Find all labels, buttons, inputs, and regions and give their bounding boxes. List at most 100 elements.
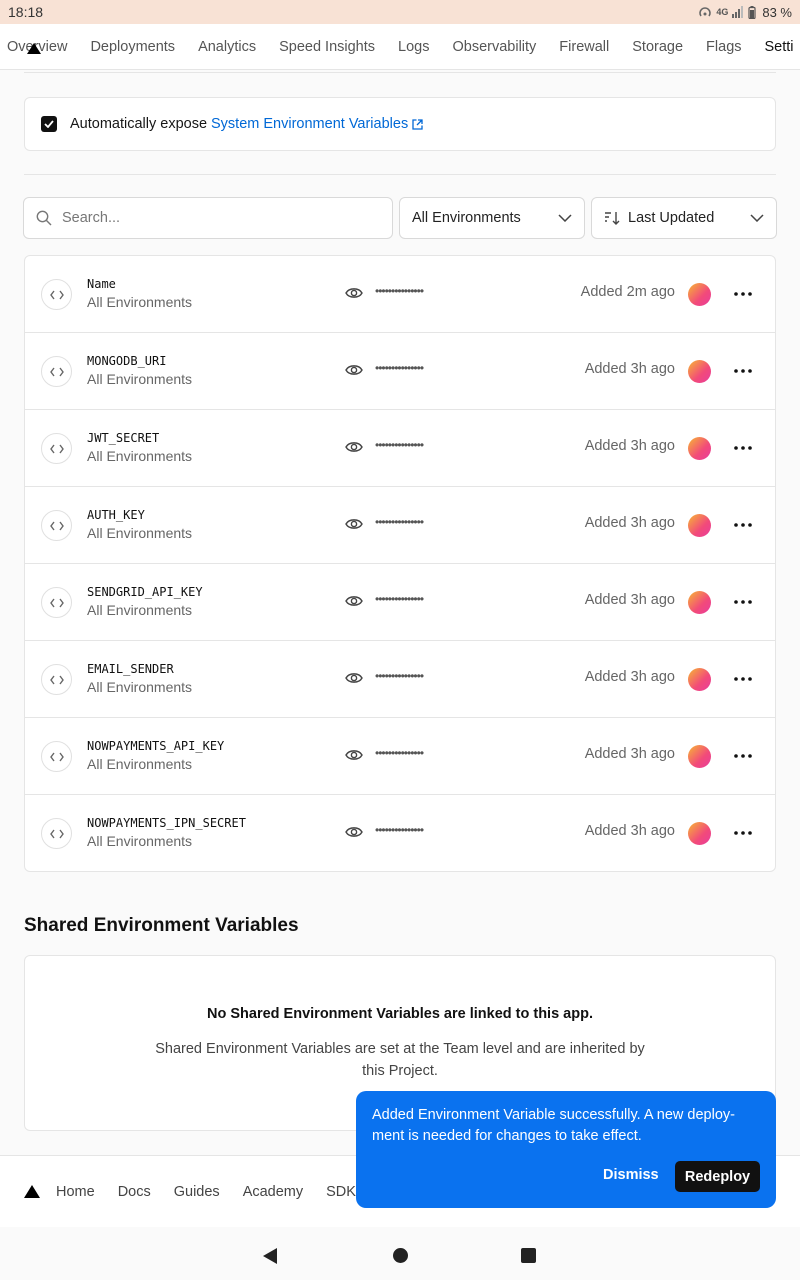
more-options-icon[interactable] [731, 821, 755, 845]
env-var-row[interactable]: SENDGRID_API_KEY All Environments ••••••… [25, 564, 775, 641]
avatar[interactable] [688, 591, 711, 614]
code-icon [41, 279, 72, 310]
env-var-list: Name All Environments ••••••••••••••• Ad… [24, 255, 776, 872]
vercel-logo-icon[interactable] [24, 1185, 40, 1198]
env-var-row[interactable]: NOWPAYMENTS_IPN_SECRET All Environments … [25, 795, 775, 871]
dismiss-button[interactable]: Dismiss [603, 1167, 659, 1183]
env-var-added-time: Added 3h ago [584, 438, 675, 454]
expose-system-vars-card: Automatically expose System Environment … [24, 97, 776, 151]
footer-link-home[interactable]: Home [56, 1184, 95, 1200]
env-var-added-time: Added 3h ago [584, 515, 675, 531]
more-options-icon[interactable] [731, 513, 755, 537]
env-var-row[interactable]: JWT_SECRET All Environments ••••••••••••… [25, 410, 775, 487]
search-box [23, 197, 393, 239]
env-var-name: NOWPAYMENTS_IPN_SECRET [87, 816, 246, 830]
env-var-row[interactable]: Name All Environments ••••••••••••••• Ad… [25, 256, 775, 333]
env-var-scope: All Environments [87, 602, 193, 618]
more-options-icon[interactable] [731, 436, 755, 460]
system-env-vars-link[interactable]: System Environment Variables [211, 116, 423, 132]
env-var-scope: All Environments [87, 371, 193, 387]
environment-select-value: All Environments [412, 210, 521, 226]
avatar[interactable] [688, 360, 711, 383]
divider [24, 174, 776, 175]
sort-select-content: Last Updated [604, 210, 714, 226]
env-var-scope: All Environments [87, 679, 193, 695]
env-var-masked-value: ••••••••••••••• [375, 515, 424, 529]
more-options-icon[interactable] [731, 282, 755, 306]
sort-icon [605, 212, 620, 225]
tab-speed-insights[interactable]: Speed Insights [279, 24, 375, 69]
env-var-row[interactable]: NOWPAYMENTS_API_KEY All Environments •••… [25, 718, 775, 795]
footer-link-docs[interactable]: Docs [118, 1184, 151, 1200]
eye-icon[interactable] [345, 748, 363, 767]
battery-level: 83 % [762, 4, 792, 20]
footer-link-guides[interactable]: Guides [174, 1184, 220, 1200]
status-icons: 4G [698, 5, 756, 19]
code-icon [41, 587, 72, 618]
avatar[interactable] [688, 668, 711, 691]
eye-icon[interactable] [345, 286, 363, 305]
tab-settings[interactable]: Setti [752, 24, 800, 69]
shared-empty-heading: No Shared Environment Variables are link… [207, 1006, 593, 1022]
tab-firewall[interactable]: Firewall [559, 24, 609, 69]
avatar[interactable] [688, 283, 711, 306]
env-var-scope: All Environments [87, 525, 193, 541]
more-options-icon[interactable] [731, 590, 755, 614]
tab-observability[interactable]: Observability [452, 24, 536, 69]
avatar[interactable] [688, 822, 711, 845]
eye-icon[interactable] [345, 671, 363, 690]
expose-checkbox[interactable] [41, 116, 57, 132]
env-var-masked-value: ••••••••••••••• [375, 746, 424, 760]
avatar[interactable] [688, 437, 711, 460]
home-icon[interactable] [393, 1248, 408, 1263]
checkmark-icon [44, 120, 54, 128]
tab-logs[interactable]: Logs [398, 24, 429, 69]
env-var-masked-value: ••••••••••••••• [375, 592, 424, 606]
tab-analytics[interactable]: Analytics [198, 24, 256, 69]
shared-env-vars-title: Shared Environment Variables [24, 915, 299, 936]
external-link-icon [412, 118, 423, 130]
env-var-scope: All Environments [87, 448, 193, 464]
env-var-name: Name [87, 277, 116, 291]
env-var-masked-value: ••••••••••••••• [375, 823, 424, 837]
tab-storage[interactable]: Storage [632, 24, 683, 69]
env-var-row[interactable]: AUTH_KEY All Environments ••••••••••••••… [25, 487, 775, 564]
env-var-name: SENDGRID_API_KEY [87, 585, 203, 599]
eye-icon[interactable] [345, 517, 363, 536]
chevron-down-icon [558, 214, 572, 222]
more-options-icon[interactable] [731, 359, 755, 383]
avatar[interactable] [688, 745, 711, 768]
vercel-logo-icon[interactable] [27, 43, 41, 54]
env-var-scope: All Environments [87, 833, 193, 849]
env-var-name: NOWPAYMENTS_API_KEY [87, 739, 225, 753]
eye-icon[interactable] [345, 363, 363, 382]
eye-icon[interactable] [345, 594, 363, 613]
toast-message: Added Environment Variable successfully.… [372, 1107, 735, 1144]
env-var-added-time: Added 3h ago [584, 361, 675, 377]
back-icon[interactable] [263, 1248, 277, 1264]
env-var-scope: All Environments [87, 294, 193, 310]
hotspot-icon [699, 7, 712, 17]
env-var-added-time: Added 3h ago [584, 823, 675, 839]
more-options-icon[interactable] [731, 667, 755, 691]
tab-deployments[interactable]: Deployments [90, 24, 175, 69]
redeploy-button[interactable]: Redeploy [675, 1161, 760, 1192]
more-options-icon[interactable] [731, 744, 755, 768]
env-var-masked-value: ••••••••••••••• [375, 438, 424, 452]
env-var-row[interactable]: EMAIL_SENDER All Environments ••••••••••… [25, 641, 775, 718]
signal-icon [732, 6, 744, 18]
avatar[interactable] [688, 514, 711, 537]
env-var-added-time: Added 3h ago [584, 669, 675, 685]
eye-icon[interactable] [345, 440, 363, 459]
code-icon [41, 818, 72, 849]
footer-link-academy[interactable]: Academy [243, 1184, 303, 1200]
environment-select[interactable]: All Environments [399, 197, 585, 239]
sort-select[interactable]: Last Updated [591, 197, 777, 239]
status-right: 4G 83 % [698, 5, 792, 20]
recent-apps-icon[interactable] [521, 1248, 536, 1263]
tab-flags[interactable]: Flags [706, 24, 741, 69]
eye-icon[interactable] [345, 825, 363, 844]
env-var-row[interactable]: MONGODB_URI All Environments •••••••••••… [25, 333, 775, 410]
search-input[interactable] [62, 210, 362, 226]
env-var-name: EMAIL_SENDER [87, 662, 174, 676]
